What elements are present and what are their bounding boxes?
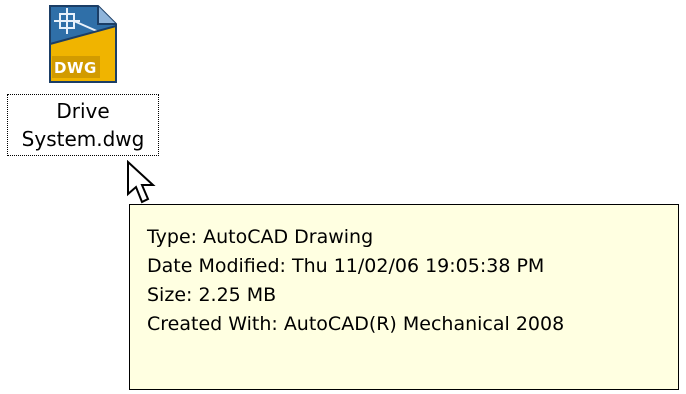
file-name-label[interactable]: Drive System.dwg <box>7 94 159 156</box>
tooltip-created-with: Created With: AutoCAD(R) Mechanical 2008 <box>147 313 565 335</box>
file-name-line1: Drive <box>56 99 110 123</box>
arrow-cursor-icon <box>126 159 160 208</box>
dwg-badge-label: DWG <box>54 59 97 77</box>
file-name-line2: System.dwg <box>21 127 145 151</box>
dwg-file-icon[interactable]: DWG <box>48 4 118 84</box>
tooltip-type: Type: AutoCAD Drawing <box>147 226 374 248</box>
desktop: DWG Drive System.dwg Type: AutoCAD Drawi… <box>0 0 686 394</box>
tooltip-size: Size: 2.25 MB <box>147 284 277 306</box>
file-info-tooltip: Type: AutoCAD Drawing Date Modified: Thu… <box>129 204 679 390</box>
tooltip-date-modified: Date Modified: Thu 11/02/06 19:05:38 PM <box>147 255 545 277</box>
